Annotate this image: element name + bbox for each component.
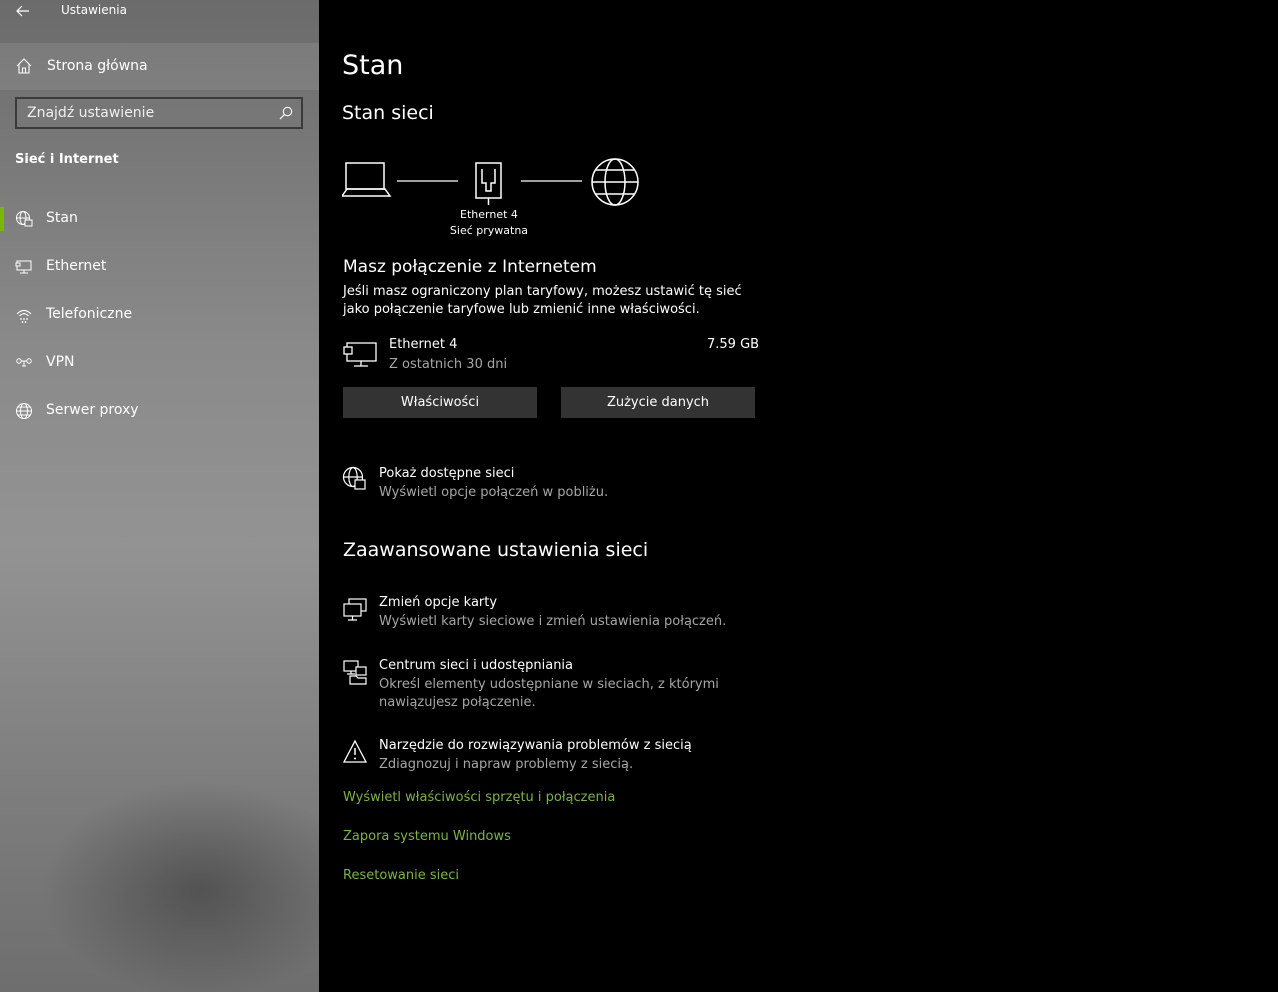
advanced-item-desc: Określ elementy udostępniane w sieciach,… [379,677,719,710]
sidebar-item-label: Stan [46,210,78,226]
change-adapter-options-link[interactable]: Zmień opcje karty Wyświetl karty sieciow… [319,590,779,636]
sidebar-item-vpn[interactable]: VPN [0,343,319,383]
available-networks-icon [342,466,366,490]
sidebar: Ustawienia Strona główna Sieć i Internet… [0,0,319,992]
search-icon[interactable] [279,106,293,120]
connection-description: Jeśli masz ograniczony plan taryfowy, mo… [343,284,742,317]
sidebar-item-ethernet[interactable]: Ethernet [0,247,319,287]
advanced-item-title: Zmień opcje karty [379,595,498,610]
ethernet-port-icon [475,162,502,205]
internet-globe-icon [591,158,639,206]
search-box[interactable] [15,97,303,129]
vpn-icon [16,358,32,367]
warning-icon [342,739,368,763]
main-content: Stan Stan sieci Ethernet 4 Sieć prywatna [319,0,1278,992]
network-adapters-icon [343,598,367,621]
advanced-item-title: Narzędzie do rozwiązywania problemów z s… [379,738,692,753]
advanced-heading: Zaawansowane ustawienia sieci [343,539,649,561]
search-input[interactable] [17,99,301,127]
sidebar-item-label: Telefoniczne [46,306,133,322]
windows-firewall-link[interactable]: Zapora systemu Windows [343,829,511,844]
home-nav-item[interactable]: Strona główna [0,43,319,90]
connection-heading: Masz połączenie z Internetem [343,257,597,277]
show-networks-title: Pokaż dostępne sieci [379,466,515,481]
diagram-adapter-name: Ethernet 4 [460,208,518,221]
sharing-center-icon [343,660,367,685]
show-networks-link[interactable]: Pokaż dostępne sieci Wyświetl opcje połą… [319,460,779,506]
globe-icon [16,403,32,419]
sidebar-item-serwer-proxy[interactable]: Serwer proxy [0,391,319,431]
sidebar-item-label: Serwer proxy [46,402,139,418]
adapter-data-usage: 7.59 GB [707,337,760,352]
laptop-icon [342,162,392,197]
section-subtitle: Stan sieci [342,102,434,124]
sidebar-item-telefoniczne[interactable]: Telefoniczne [0,295,319,335]
adapter-name: Ethernet 4 [389,337,458,352]
window-title: Ustawienia [61,3,127,17]
advanced-item-desc: Wyświetl karty sieciowe i zmień ustawien… [379,614,727,629]
home-label: Strona główna [47,58,148,74]
network-troubleshooter-link[interactable]: Narzędzie do rozwiązywania problemów z s… [319,733,779,779]
sidebar-item-label: Ethernet [46,258,107,274]
network-sharing-center-link[interactable]: Centrum sieci i udostępniania Określ ele… [319,653,779,713]
back-arrow-icon [16,5,29,17]
advanced-item-title: Centrum sieci i udostępniania [379,658,574,673]
advanced-item-desc: Zdiagnozuj i napraw problemy z siecią. [379,757,634,772]
section-heading: Sieć i Internet [15,152,119,167]
sidebar-item-label: VPN [46,354,75,370]
sidebar-item-stan[interactable]: Stan [0,199,319,239]
page-title: Stan [342,50,404,81]
properties-button[interactable]: Właściwości [343,387,537,418]
ethernet-monitor-icon [15,260,32,274]
status-globe-icon [16,211,33,227]
hardware-properties-link[interactable]: Wyświetl właściwości sprzętu i połączeni… [343,790,615,805]
title-bar: Ustawienia [0,0,319,24]
home-icon [16,58,32,74]
ethernet-adapter-icon [343,342,377,367]
show-networks-desc: Wyświetl opcje połączeń w pobliżu. [379,485,609,500]
data-usage-button[interactable]: Zużycie danych [561,387,755,418]
diagram-network-type: Sieć prywatna [449,224,529,237]
dialup-icon [16,309,32,323]
adapter-period: Z ostatnich 30 dni [389,357,508,372]
network-diagram: Ethernet 4 Sieć prywatna [342,155,662,245]
back-button[interactable] [10,0,36,22]
network-reset-link[interactable]: Resetowanie sieci [343,868,459,883]
